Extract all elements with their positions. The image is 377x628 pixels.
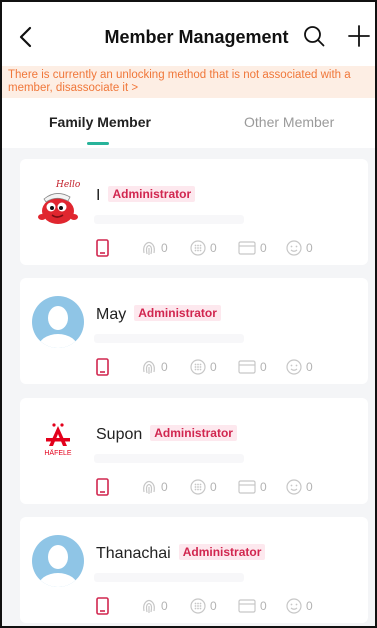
fingerprint-count: 0 (161, 480, 168, 494)
card-icon (238, 599, 256, 613)
role-badge: Administrator (134, 305, 221, 321)
active-tab-indicator (87, 142, 109, 145)
face-method: 0 (286, 597, 313, 615)
face-icon (286, 359, 302, 375)
card-count: 0 (260, 480, 267, 494)
password-count: 0 (210, 360, 217, 374)
member-card[interactable]: HÄFELE Supon Administrator 0 0 0 0 (20, 398, 368, 504)
member-card[interactable]: May Administrator 0 0 0 0 (20, 278, 368, 384)
member-name: Thanachai Administrator (96, 544, 266, 563)
member-subline-placeholder (94, 573, 244, 582)
card-count: 0 (260, 599, 267, 613)
phone-icon (96, 597, 109, 615)
tab-family-member[interactable]: Family Member (49, 114, 151, 130)
member-name-text: I (96, 187, 101, 204)
password-method: 0 (190, 239, 217, 257)
face-icon (286, 598, 302, 614)
card-method: 0 (238, 358, 267, 376)
password-method: 0 (190, 478, 217, 496)
password-count: 0 (210, 599, 217, 613)
phone-icon (96, 478, 109, 496)
password-count: 0 (210, 241, 217, 255)
face-method: 0 (286, 478, 313, 496)
password-method: 0 (190, 358, 217, 376)
member-subline-placeholder (94, 454, 244, 463)
tab-other-member[interactable]: Other Member (244, 114, 334, 130)
face-icon (286, 479, 302, 495)
default-person-avatar (32, 296, 84, 348)
default-person-avatar (32, 535, 84, 587)
face-icon (286, 240, 302, 256)
fingerprint-count: 0 (161, 241, 168, 255)
hafele-logo-avatar: HÄFELE (44, 423, 72, 457)
member-name: May Administrator (96, 305, 221, 324)
card-method: 0 (238, 478, 267, 496)
fingerprint-count: 0 (161, 599, 168, 613)
face-count: 0 (306, 241, 313, 255)
member-card[interactable]: Hello I Administrator 0 0 0 0 (20, 159, 368, 265)
fingerprint-method: 0 (141, 478, 168, 496)
face-method: 0 (286, 358, 313, 376)
role-badge: Administrator (178, 544, 266, 560)
card-count: 0 (260, 241, 267, 255)
unlock-methods-row: 0 0 0 0 (96, 239, 366, 257)
member-card[interactable]: Thanachai Administrator 0 0 0 0 (20, 517, 368, 623)
member-subline-placeholder (94, 334, 244, 343)
card-icon (238, 360, 256, 374)
unassociated-method-notice[interactable]: There is currently an unlocking method t… (0, 66, 377, 98)
card-icon (238, 480, 256, 494)
unlock-methods-row: 0 0 0 0 (96, 478, 366, 496)
password-count: 0 (210, 480, 217, 494)
fingerprint-method: 0 (141, 597, 168, 615)
member-subline-placeholder (94, 215, 244, 224)
notice-text: There is currently an unlocking method t… (8, 69, 351, 94)
hello-mascot-avatar: Hello (38, 180, 81, 224)
card-method: 0 (238, 597, 267, 615)
member-name-text: Supon (96, 426, 143, 443)
card-method: 0 (238, 239, 267, 257)
fingerprint-method: 0 (141, 358, 168, 376)
unlock-methods-row: 0 0 0 0 (96, 358, 366, 376)
member-name: I Administrator (96, 186, 196, 205)
member-name: Supon Administrator (96, 425, 237, 444)
password-method: 0 (190, 597, 217, 615)
fingerprint-count: 0 (161, 360, 168, 374)
fingerprint-icon (143, 241, 155, 255)
member-name-text: Thanachai (96, 545, 171, 562)
role-badge: Administrator (108, 186, 196, 202)
member-tabs: Family Member Other Member (0, 98, 377, 148)
keypad-icon (190, 479, 206, 495)
fingerprint-icon (143, 599, 155, 613)
keypad-icon (190, 359, 206, 375)
face-count: 0 (306, 599, 313, 613)
fingerprint-method: 0 (141, 239, 168, 257)
unlock-methods-row: 0 0 0 0 (96, 597, 366, 615)
svg-text:Hello: Hello (55, 180, 81, 190)
plus-icon[interactable] (348, 25, 370, 47)
face-count: 0 (306, 360, 313, 374)
face-method: 0 (286, 239, 313, 257)
card-count: 0 (260, 360, 267, 374)
face-count: 0 (306, 480, 313, 494)
keypad-icon (190, 240, 206, 256)
phone-icon (96, 358, 109, 376)
keypad-icon (190, 598, 206, 614)
fingerprint-icon (143, 360, 155, 374)
member-name-text: May (96, 306, 127, 323)
top-bar: Member Management (0, 0, 377, 66)
fingerprint-icon (143, 480, 155, 494)
card-icon (238, 241, 256, 255)
search-icon[interactable] (303, 25, 325, 47)
phone-icon (96, 239, 109, 257)
role-badge: Administrator (150, 425, 237, 441)
hafele-logo-text: HÄFELE (44, 449, 72, 457)
